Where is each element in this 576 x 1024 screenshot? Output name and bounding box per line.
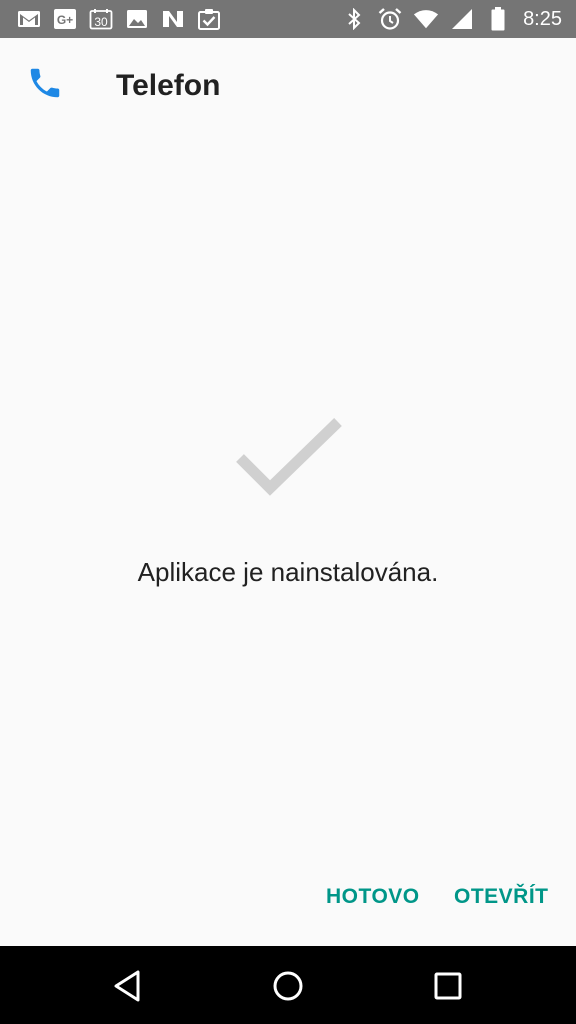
app-title: Telefon [116,69,221,102]
status-time: 8:25 [523,7,562,30]
done-button[interactable]: HOTOVO [320,876,426,918]
navigation-bar [0,946,576,1024]
open-button[interactable]: OTEVŘÍT [448,876,555,918]
recents-icon[interactable] [426,964,470,1008]
bluetooth-icon [341,7,367,31]
app-header: Telefon [0,38,576,134]
photos-icon [124,7,150,31]
gmail-icon [16,7,42,31]
system-icons: 8:25 [341,7,562,31]
alarm-icon [377,7,403,31]
calendar-day-number: 30 [94,15,108,29]
wifi-icon [413,7,439,31]
cell-signal-icon [449,7,475,31]
phone-icon [30,68,60,98]
back-icon[interactable] [106,964,150,1008]
n-app-icon [160,7,186,31]
clipboard-check-icon [196,7,222,31]
checkmark-icon [236,418,342,496]
home-icon[interactable] [266,964,310,1008]
install-status-message: Aplikace je nainstalována. [137,557,439,587]
google-plus-icon: G+ [52,7,78,31]
google-plus-label: G+ [57,13,73,27]
calendar-icon: 30 [88,7,114,31]
battery-icon [485,7,511,31]
status-bar: G+ 30 8:25 [0,0,576,38]
notification-icons: G+ 30 [16,7,222,31]
